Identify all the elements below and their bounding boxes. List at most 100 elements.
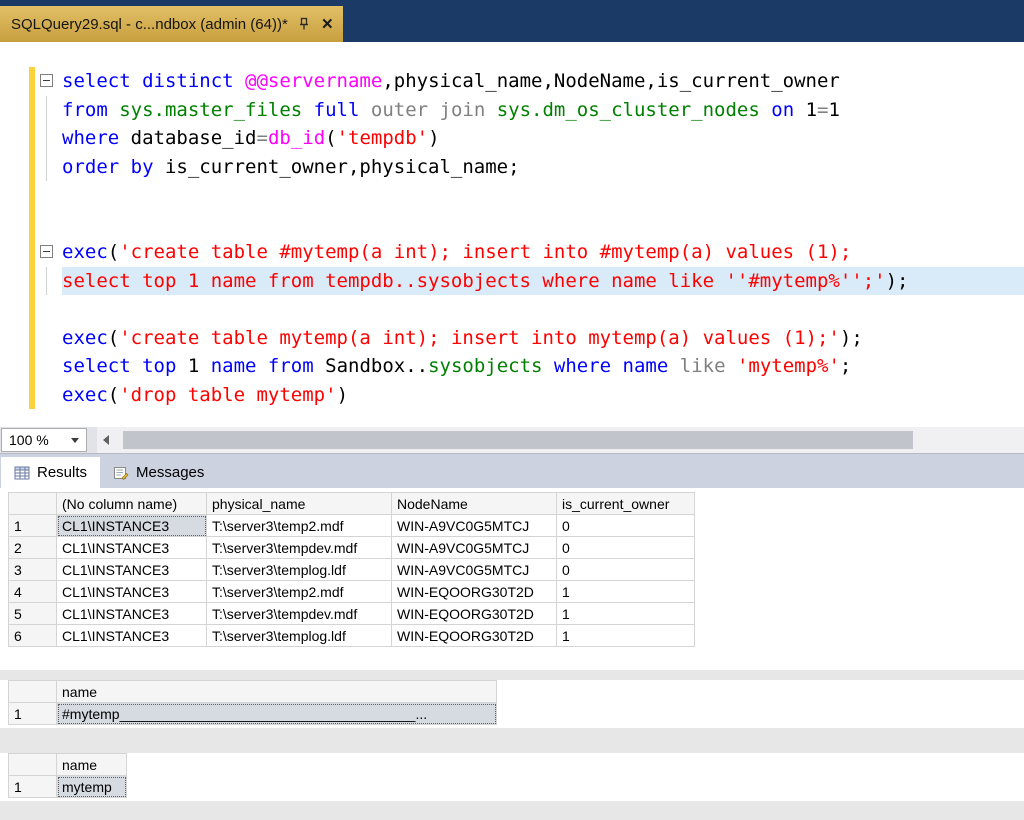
grid-cell[interactable]: CL1\INSTANCE3	[57, 581, 207, 603]
code-line[interactable]	[0, 210, 1024, 239]
sql-editor[interactable]: select distinct @@servername,physical_na…	[0, 42, 1024, 427]
grid-cell[interactable]: CL1\INSTANCE3	[57, 603, 207, 625]
code-line[interactable]	[0, 181, 1024, 210]
grid-cell[interactable]: 0	[557, 515, 695, 537]
results-grid-icon	[14, 465, 30, 481]
tab-messages[interactable]: Messages	[100, 457, 217, 488]
code-line-text: where database_id=db_id('tempdb')	[62, 124, 1024, 153]
grid-cell[interactable]: T:\server3\temp2.mdf	[207, 515, 392, 537]
fold-guide-line	[46, 96, 47, 125]
code-line-text: exec('create table #mytemp(a int); inser…	[62, 238, 1024, 267]
fold-collapse-icon[interactable]	[40, 245, 53, 258]
row-header[interactable]: 5	[9, 603, 57, 625]
document-tab-title: SQLQuery29.sql - c...ndbox (admin (64))*	[11, 16, 288, 33]
scroll-left-button[interactable]	[97, 435, 115, 445]
row-header[interactable]: 1	[9, 703, 57, 725]
messages-icon	[113, 465, 129, 481]
result-grid-table: (No column name)physical_nameNodeNameis_…	[8, 492, 695, 647]
code-line[interactable]	[0, 295, 1024, 324]
row-header[interactable]: 6	[9, 625, 57, 647]
column-header[interactable]: name	[57, 754, 127, 776]
grid-cell[interactable]: WIN-EQOORG30T2D	[392, 603, 557, 625]
grid-splitter[interactable]	[0, 728, 1024, 753]
scrollbar-thumb[interactable]	[123, 431, 913, 449]
row-header[interactable]: 4	[9, 581, 57, 603]
grid-cell[interactable]: WIN-EQOORG30T2D	[392, 625, 557, 647]
grid-cell[interactable]: T:\server3\tempdev.mdf	[207, 603, 392, 625]
grid-cell[interactable]: CL1\INSTANCE3	[57, 515, 207, 537]
zoom-dropdown[interactable]: 100 %	[1, 428, 87, 452]
grid-cell[interactable]: 1	[557, 581, 695, 603]
tab-results[interactable]: Results	[1, 457, 100, 488]
zoom-value: 100 %	[9, 432, 49, 448]
grid-cell[interactable]: 0	[557, 559, 695, 581]
table-row: 6CL1\INSTANCE3T:\server3\templog.ldfWIN-…	[9, 625, 695, 647]
left-arrow-icon	[103, 435, 109, 445]
grid-cell[interactable]: CL1\INSTANCE3	[57, 537, 207, 559]
result-grid-table: name1#mytemp____________________________…	[8, 680, 497, 725]
grid-cell[interactable]: mytemp	[57, 776, 127, 798]
fold-collapse-icon[interactable]	[40, 74, 53, 87]
code-gutter	[0, 124, 62, 153]
results-tab-bar: Results Messages	[0, 453, 1024, 488]
column-header[interactable]: physical_name	[207, 493, 392, 515]
horizontal-scrollbar[interactable]	[97, 427, 1024, 453]
grid-cell[interactable]: T:\server3\temp2.mdf	[207, 581, 392, 603]
grid-cell[interactable]: CL1\INSTANCE3	[57, 625, 207, 647]
column-header[interactable]: is_current_owner	[557, 493, 695, 515]
code-gutter	[0, 381, 62, 410]
grid-cell[interactable]: 1	[557, 603, 695, 625]
row-header[interactable]: 2	[9, 537, 57, 559]
grid-cell[interactable]: #mytemp_________________________________…	[57, 703, 497, 725]
code-gutter	[0, 181, 62, 210]
fold-guide-line	[46, 153, 47, 182]
code-line-text: exec('create table mytemp(a int); insert…	[62, 324, 1024, 353]
grid-cell[interactable]: WIN-A9VC0G5MTCJ	[392, 537, 557, 559]
result-grid: (No column name)physical_nameNodeNameis_…	[0, 488, 1024, 670]
column-header[interactable]: name	[57, 681, 497, 703]
grid-cell[interactable]: T:\server3\templog.ldf	[207, 625, 392, 647]
code-line[interactable]: select top 1 name from tempdb..sysobject…	[0, 267, 1024, 296]
table-row: 1CL1\INSTANCE3T:\server3\temp2.mdfWIN-A9…	[9, 515, 695, 537]
grid-cell[interactable]: WIN-EQOORG30T2D	[392, 581, 557, 603]
grid-corner[interactable]	[9, 754, 57, 776]
code-line[interactable]: exec('create table mytemp(a int); insert…	[0, 324, 1024, 353]
results-pane: (No column name)physical_nameNodeNameis_…	[0, 488, 1024, 820]
document-tab[interactable]: SQLQuery29.sql - c...ndbox (admin (64))*…	[0, 6, 343, 42]
grid-cell[interactable]: T:\server3\tempdev.mdf	[207, 537, 392, 559]
code-line[interactable]: exec('drop table mytemp')	[0, 381, 1024, 410]
code-line[interactable]: select distinct @@servername,physical_na…	[0, 67, 1024, 96]
row-header[interactable]: 1	[9, 515, 57, 537]
code-line-text: from sys.master_files full outer join sy…	[62, 96, 1024, 125]
code-line-text	[62, 210, 1024, 239]
code-line-text: order by is_current_owner,physical_name;	[62, 153, 1024, 182]
row-header[interactable]: 1	[9, 776, 57, 798]
grid-cell[interactable]: WIN-A9VC0G5MTCJ	[392, 515, 557, 537]
grid-cell[interactable]: T:\server3\templog.ldf	[207, 559, 392, 581]
code-line[interactable]: select top 1 name from Sandbox..sysobjec…	[0, 352, 1024, 381]
column-header[interactable]: NodeName	[392, 493, 557, 515]
code-line[interactable]: exec('create table #mytemp(a int); inser…	[0, 238, 1024, 267]
code-gutter	[0, 238, 62, 267]
grid-corner[interactable]	[9, 681, 57, 703]
grid-cell[interactable]: 0	[557, 537, 695, 559]
code-line[interactable]: where database_id=db_id('tempdb')	[0, 124, 1024, 153]
grid-cell[interactable]: WIN-A9VC0G5MTCJ	[392, 559, 557, 581]
title-tab-bar: SQLQuery29.sql - c...ndbox (admin (64))*…	[0, 0, 1024, 42]
grid-corner[interactable]	[9, 493, 57, 515]
code-line-text: exec('drop table mytemp')	[62, 381, 1024, 410]
code-line-text: select distinct @@servername,physical_na…	[62, 67, 1024, 96]
table-row: 1mytemp	[9, 776, 127, 798]
code-line-text: select top 1 name from tempdb..sysobject…	[62, 267, 1024, 296]
grid-splitter[interactable]	[0, 670, 1024, 680]
column-header[interactable]: (No column name)	[57, 493, 207, 515]
pin-icon[interactable]	[297, 17, 311, 31]
grid-cell[interactable]: CL1\INSTANCE3	[57, 559, 207, 581]
row-header[interactable]: 3	[9, 559, 57, 581]
table-row: 2CL1\INSTANCE3T:\server3\tempdev.mdfWIN-…	[9, 537, 695, 559]
code-line[interactable]: order by is_current_owner,physical_name;	[0, 153, 1024, 182]
close-icon[interactable]: ×	[322, 15, 333, 34]
grid-cell[interactable]: 1	[557, 625, 695, 647]
code-line[interactable]: from sys.master_files full outer join sy…	[0, 96, 1024, 125]
code-area[interactable]: select distinct @@servername,physical_na…	[0, 42, 1024, 409]
